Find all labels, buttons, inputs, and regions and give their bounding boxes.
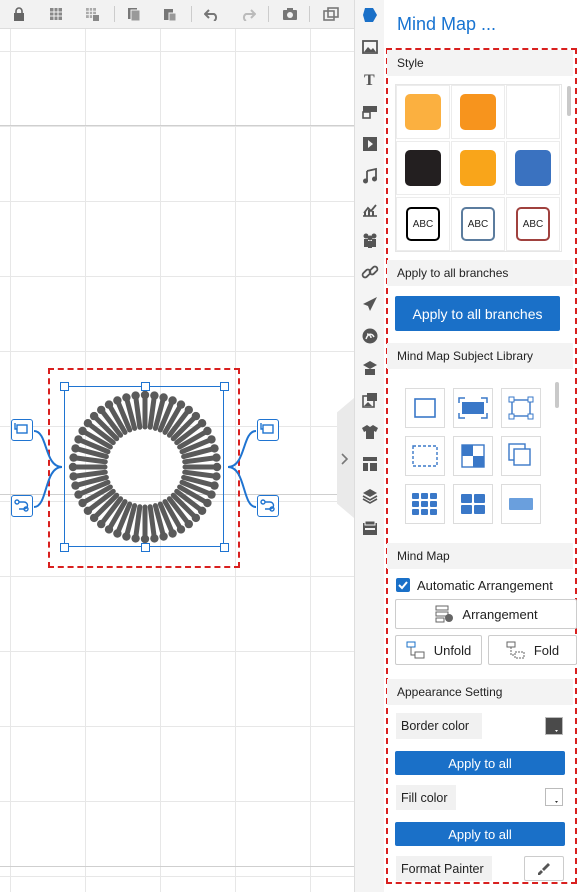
panel-title: Mind Map ... (397, 14, 497, 34)
format-painter-button[interactable] (524, 856, 564, 881)
library-shape-grid[interactable] (405, 484, 445, 524)
apply-fill-color-button[interactable]: Apply to all (395, 822, 565, 846)
fill-color-label: Fill color (396, 785, 456, 810)
apply-to-all-branches-button[interactable]: Apply to all branches (395, 296, 560, 331)
add-subtopic-right-button[interactable] (257, 419, 279, 441)
resize-handle[interactable] (60, 543, 69, 552)
layout-icon[interactable] (361, 455, 379, 473)
paste-icon[interactable] (161, 5, 179, 23)
brush-icon (538, 862, 550, 875)
fold-icon (506, 641, 525, 659)
style-swatch[interactable] (396, 85, 450, 139)
link-icon[interactable] (361, 263, 379, 281)
swirl-icon[interactable] (361, 327, 379, 345)
unfold-button[interactable]: Unfold (395, 635, 482, 665)
panel-collapse-tab[interactable] (337, 398, 354, 518)
svg-text:T: T (364, 72, 375, 88)
add-link-left-button[interactable] (11, 495, 33, 517)
style-swatch-grid: ABC ABC ABC (395, 84, 562, 252)
grid-icon[interactable] (47, 5, 65, 23)
style-swatch[interactable] (396, 141, 450, 195)
section-appearance: Appearance Setting (387, 679, 573, 705)
style-swatch[interactable] (506, 141, 560, 195)
library-shape-bar[interactable] (501, 484, 541, 524)
style-swatch[interactable] (451, 141, 505, 195)
arrangement-button[interactable]: Arrangement (395, 599, 577, 629)
library-shape-handles[interactable] (501, 388, 541, 428)
resize-handle[interactable] (141, 382, 150, 391)
stack-icon[interactable] (361, 359, 379, 377)
layers-icon[interactable] (361, 487, 379, 505)
video-icon[interactable] (361, 135, 379, 153)
add-subtopic-left-button[interactable] (11, 419, 33, 441)
copy-icon[interactable] (125, 5, 143, 23)
style-swatch[interactable] (451, 85, 505, 139)
auto-arrangement-label: Automatic Arrangement (417, 578, 553, 593)
fold-label: Fold (533, 642, 560, 658)
arrangement-label: Arrangement (462, 606, 538, 622)
add-link-right-button[interactable] (257, 495, 279, 517)
auto-arrangement-checkbox[interactable] (396, 578, 410, 592)
resize-handle[interactable] (220, 382, 229, 391)
note-icon[interactable] (361, 103, 379, 121)
people-icon[interactable] (361, 231, 379, 249)
apply-border-color-button[interactable]: Apply to all (395, 751, 565, 775)
library-scrollbar[interactable] (555, 382, 559, 408)
picture-frame-icon[interactable] (361, 391, 379, 409)
resize-handle[interactable] (220, 543, 229, 552)
plane-icon[interactable] (361, 295, 379, 313)
page-divider (0, 125, 354, 126)
library-shape-quad[interactable] (453, 484, 493, 524)
camera-icon[interactable] (281, 5, 299, 23)
undo-icon[interactable] (203, 5, 221, 23)
resize-handle[interactable] (141, 543, 150, 552)
shirt-icon[interactable] (361, 423, 379, 441)
branch-connectors (33, 430, 257, 508)
section-style: Style (387, 50, 573, 76)
window-icon[interactable] (322, 5, 340, 23)
shape-icon[interactable] (361, 6, 379, 24)
unfold-label: Unfold (433, 642, 472, 658)
format-painter-label: Format Painter (396, 856, 492, 881)
section-subject-library: Mind Map Subject Library (387, 343, 573, 369)
fill-color-picker[interactable] (545, 788, 563, 806)
border-color-label: Border color (396, 713, 482, 739)
chart-icon[interactable] (361, 200, 379, 218)
library-shape-checker[interactable] (453, 436, 493, 476)
library-shape-stacked[interactable] (501, 436, 541, 476)
resize-handle[interactable] (60, 382, 69, 391)
style-swatch[interactable] (506, 85, 560, 139)
library-shape-framed[interactable] (453, 388, 493, 428)
style-scrollbar[interactable] (567, 86, 571, 116)
border-color-picker[interactable] (545, 717, 563, 735)
library-shape-square[interactable] (405, 388, 445, 428)
redo-icon[interactable] (239, 5, 257, 23)
icon-sidebar: T (354, 0, 385, 892)
style-swatch[interactable]: ABC (506, 197, 560, 251)
page-divider (0, 866, 354, 867)
library-shape-dashed[interactable] (405, 436, 445, 476)
lock-icon[interactable] (10, 5, 28, 23)
fold-button[interactable]: Fold (488, 635, 577, 665)
top-toolbar (0, 0, 354, 29)
image-icon[interactable] (361, 38, 379, 56)
grid-lock-icon[interactable] (83, 5, 101, 23)
music-icon[interactable] (361, 167, 379, 185)
arrangement-icon (435, 605, 454, 623)
text-icon[interactable]: T (361, 70, 379, 89)
style-swatch[interactable]: ABC (396, 197, 450, 251)
unfold-icon (406, 641, 425, 659)
section-mind-map: Mind Map (387, 543, 573, 569)
tray-icon[interactable] (361, 519, 379, 537)
section-apply-branches: Apply to all branches (387, 260, 573, 286)
style-swatch[interactable]: ABC (451, 197, 505, 251)
